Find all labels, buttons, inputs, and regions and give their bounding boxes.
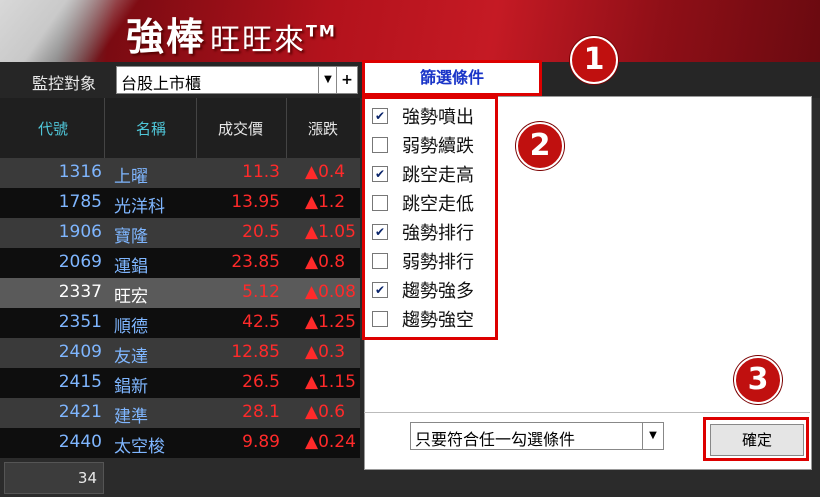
step-badge-3: 3 — [734, 356, 782, 404]
checkbox[interactable] — [372, 253, 388, 269]
table-row[interactable]: 2069 運錩 23.85 ▲0.8 — [0, 248, 360, 278]
col-header-name[interactable]: 名稱 — [136, 118, 166, 139]
col-header-change[interactable]: 漲跌 — [308, 118, 338, 139]
stock-change: ▲1.25 — [305, 312, 356, 332]
stock-price: 13.95 — [231, 192, 280, 212]
condition-label: 跳空走高 — [402, 165, 474, 186]
stock-price: 26.5 — [242, 372, 280, 392]
logo-sub: 旺旺來 — [210, 23, 307, 58]
col-header-code[interactable]: 代號 — [38, 118, 68, 139]
stock-change: ▲0.4 — [305, 162, 346, 182]
stock-change: ▲0.24 — [305, 432, 356, 452]
match-mode-value: 只要符合任一勾選條件 — [415, 430, 576, 449]
table-row[interactable]: 1316 上曜 11.3 ▲0.4 — [0, 158, 360, 188]
confirm-button[interactable]: 確定 — [710, 424, 804, 456]
condition-label: 弱勢續跌 — [402, 136, 474, 157]
stock-change: ▲1.05 — [305, 222, 356, 242]
col-header-price[interactable]: 成交價 — [218, 118, 263, 139]
condition-label: 趨勢強空 — [402, 310, 474, 331]
match-mode-select[interactable]: 只要符合任一勾選條件 ▼ — [410, 422, 664, 450]
stock-code: 2409 — [58, 342, 102, 362]
stock-price: 5.12 — [242, 282, 280, 302]
stock-code: 2069 — [58, 252, 102, 272]
stock-price: 9.89 — [242, 432, 280, 452]
stock-code: 1785 — [58, 192, 102, 212]
popup-divider — [364, 412, 810, 413]
stock-name: 順德 — [114, 317, 148, 337]
step-badge-1: 1 — [570, 36, 618, 84]
table-row[interactable]: 1906 寶隆 20.5 ▲1.05 — [0, 218, 360, 248]
stock-code: 2421 — [58, 402, 102, 422]
monitor-label: 監控對象 — [32, 74, 97, 93]
stock-name: 上曜 — [114, 167, 148, 187]
app-logo: 強棒 旺旺來TM — [126, 6, 337, 61]
monitor-target-value: 台股上市櫃 — [121, 74, 202, 93]
stock-change: ▲0.3 — [305, 342, 346, 362]
stock-change: ▲0.6 — [305, 402, 346, 422]
condition-label: 趨勢強多 — [402, 281, 474, 302]
filter-conditions-button[interactable]: 篩選條件 — [362, 60, 542, 96]
condition-label: 跳空走低 — [402, 194, 474, 215]
logo-main: 強棒 — [126, 15, 207, 59]
stock-name: 運錩 — [114, 257, 148, 277]
result-count: 34 — [4, 462, 104, 494]
stock-name: 建準 — [114, 407, 148, 427]
stock-name: 太空梭 — [114, 437, 165, 457]
stock-code: 1316 — [58, 162, 102, 182]
stock-code: 2351 — [58, 312, 102, 332]
app-banner: 強棒 旺旺來TM — [0, 0, 820, 62]
chevron-down-icon[interactable]: ▼ — [642, 423, 663, 449]
table-row[interactable]: 2409 友達 12.85 ▲0.3 — [0, 338, 360, 368]
checkbox[interactable]: ✔ — [372, 108, 388, 124]
stock-table: 代號 名稱 成交價 漲跌 1316 上曜 11.3 ▲0.4 1785 光洋科 … — [0, 98, 360, 458]
stock-code: 2440 — [58, 432, 102, 452]
stock-price: 20.5 — [242, 222, 280, 242]
table-row[interactable]: 2440 太空梭 9.89 ▲0.24 — [0, 428, 360, 458]
table-row[interactable]: 2351 順德 42.5 ▲1.25 — [0, 308, 360, 338]
stock-price: 12.85 — [231, 342, 280, 362]
stock-price: 23.85 — [231, 252, 280, 272]
table-row-selected[interactable]: 2337 旺宏 5.12 ▲0.08 — [0, 278, 360, 308]
stock-change: ▲0.08 — [305, 282, 356, 302]
condition-label: 弱勢排行 — [402, 252, 474, 273]
stock-name: 友達 — [114, 347, 148, 367]
checkbox[interactable]: ✔ — [372, 282, 388, 298]
stock-change: ▲0.8 — [305, 252, 346, 272]
stock-change: ▲1.2 — [305, 192, 346, 212]
stock-code: 1906 — [58, 222, 102, 242]
stock-code: 2337 — [58, 282, 102, 302]
checkbox[interactable]: ✔ — [372, 166, 388, 182]
checkbox[interactable] — [372, 195, 388, 211]
stock-price: 11.3 — [242, 162, 280, 182]
monitor-target-select[interactable]: 台股上市櫃 ▼ — [116, 66, 338, 94]
stock-name: 光洋科 — [114, 197, 165, 217]
result-count-value: 34 — [77, 469, 97, 487]
checkbox[interactable] — [372, 137, 388, 153]
table-row[interactable]: 1785 光洋科 13.95 ▲1.2 — [0, 188, 360, 218]
stock-name: 寶隆 — [114, 227, 148, 247]
stock-name: 旺宏 — [114, 287, 148, 307]
condition-label: 強勢噴出 — [402, 107, 474, 128]
chevron-down-icon[interactable]: ▼ — [318, 67, 337, 93]
checkbox[interactable] — [372, 311, 388, 327]
step-badge-2: 2 — [516, 122, 564, 170]
stock-name: 錩新 — [114, 377, 148, 397]
table-row[interactable]: 2415 錩新 26.5 ▲1.15 — [0, 368, 360, 398]
filter-conditions-label: 篩選條件 — [419, 68, 484, 87]
stock-code: 2415 — [58, 372, 102, 392]
checkbox[interactable]: ✔ — [372, 224, 388, 240]
add-target-button[interactable]: + — [336, 66, 358, 94]
table-header: 代號 名稱 成交價 漲跌 — [0, 98, 360, 158]
stock-change: ▲1.15 — [305, 372, 356, 392]
logo-tm: TM — [306, 21, 337, 41]
table-row[interactable]: 2421 建準 28.1 ▲0.6 — [0, 398, 360, 428]
stock-price: 28.1 — [242, 402, 280, 422]
condition-label: 強勢排行 — [402, 223, 474, 244]
stock-price: 42.5 — [242, 312, 280, 332]
